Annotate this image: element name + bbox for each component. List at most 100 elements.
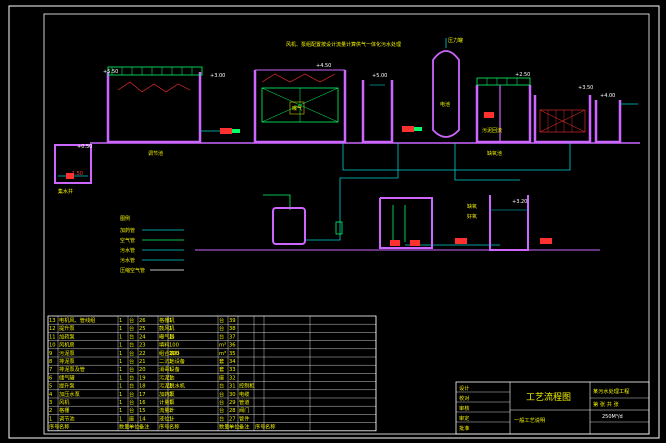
legend-title: 图例 xyxy=(120,215,130,222)
table-cell: 台 xyxy=(219,414,224,422)
table-cell: 21 xyxy=(139,359,146,365)
table-cell: 座 xyxy=(129,414,134,422)
table-cell: 1 xyxy=(169,326,172,332)
biochemical-tank: 污泥回流 缺氧池 xyxy=(475,77,532,157)
table-cell: 套 xyxy=(219,365,225,373)
table-header-cell: 序号 xyxy=(159,423,169,431)
table-cell: 29 xyxy=(229,400,236,406)
table-cell: 1 xyxy=(49,416,52,422)
table-cell: 1 xyxy=(169,334,172,340)
table-cell: 30 xyxy=(229,392,236,398)
table-cell: 5 xyxy=(49,384,52,390)
table-cell: 37 xyxy=(229,334,236,340)
table-cell: 阀门 xyxy=(239,406,249,414)
svg-text:+3.50: +3.50 xyxy=(578,85,593,91)
regulating-pool-label: 调节池 xyxy=(148,150,163,157)
table-cell: 台 xyxy=(129,349,134,357)
table-cell: 台 xyxy=(219,406,224,414)
inner-frame xyxy=(43,13,650,435)
table-cell: 台 xyxy=(129,390,134,398)
svg-text:污水管: 污水管 xyxy=(120,257,135,264)
table-cell: 19 xyxy=(139,375,146,381)
table-cell: 1 xyxy=(119,400,122,406)
table-header-cell: 序号 xyxy=(255,423,265,431)
svg-text:+2.50: +2.50 xyxy=(515,72,530,78)
table-cell: 9 xyxy=(49,351,52,357)
table-cell: 13 xyxy=(49,318,56,324)
anoxic-label: 缺氧池 xyxy=(487,150,502,157)
anoxic-box-label: 缺氧 xyxy=(467,203,477,210)
table-cell: 格栅 xyxy=(59,406,69,414)
svg-text:压缩空气管: 压缩空气管 xyxy=(120,267,145,274)
contact-oxidation-tank: 曝气 xyxy=(253,69,347,144)
return-label: 污泥回流 xyxy=(482,127,502,134)
table-cell: 二沉池设备 xyxy=(159,357,186,365)
svg-text:+5.50: +5.50 xyxy=(103,69,118,75)
table-cell: 曝气器 xyxy=(159,332,175,340)
table-header-cell: 名称 xyxy=(59,423,69,431)
table-cell: 填料 xyxy=(159,341,169,349)
svg-text:审定: 审定 xyxy=(459,414,469,422)
svg-text:污水管: 污水管 xyxy=(120,247,135,254)
table-cell: 1 xyxy=(119,351,122,357)
table-cell: 管道 xyxy=(239,398,249,406)
sedimentation-tank xyxy=(361,80,394,144)
table-cell: 28 xyxy=(229,408,236,414)
secondary-clarifier xyxy=(533,95,592,144)
table-header-cell: 备注 xyxy=(139,423,149,431)
table-header-cell: 备注 xyxy=(239,423,249,431)
table-cell: 台 xyxy=(219,316,224,324)
table-cell: 23 xyxy=(139,343,146,349)
vessel-label: 电池 xyxy=(440,101,450,108)
table-header-cell: 单位 xyxy=(229,423,239,431)
table-cell: 7 xyxy=(49,367,52,373)
table-cell: 36 xyxy=(229,343,236,349)
table-cell: 14 xyxy=(139,416,146,422)
table-header-cell: 序号 xyxy=(49,423,59,431)
table-cell: 1 xyxy=(119,384,122,390)
vessel-top-label: 压力罐 xyxy=(448,37,463,44)
table-cell: 25 xyxy=(139,326,146,332)
table-cell: 1 xyxy=(119,408,122,414)
table-cell: 27 xyxy=(229,416,236,422)
table-cell: 污泥脱水机 xyxy=(159,382,186,390)
svg-text:校对: 校对 xyxy=(459,394,469,402)
table-cell: 套 xyxy=(219,357,225,365)
table-cell: 台 xyxy=(129,365,134,373)
table-cell: 11 xyxy=(49,334,56,340)
elevation-marks: +5.50 +3.00 +4.50 +5.00 +2.50 +3.50 +0.5… xyxy=(70,63,615,205)
process-flow-diagram: 风机、泵组配置按设计流量计算供气一体化污水处理 集水井 调节池 曝气 压力罐 电… xyxy=(8,5,660,439)
table-cell: 39 xyxy=(229,318,236,324)
table-cell: 17 xyxy=(139,392,146,398)
table-cell: 台 xyxy=(129,398,134,406)
table-cell: 台 xyxy=(129,382,134,390)
table-cell: 26 xyxy=(139,318,146,324)
svg-text:+3.20: +3.20 xyxy=(512,199,527,205)
table-cell: 1 xyxy=(119,343,122,349)
vessel-pump xyxy=(402,126,422,132)
table-cell: 台 xyxy=(129,357,134,365)
sludge-tank: 缺氧 好氧 xyxy=(455,195,552,251)
table-cell: 16 xyxy=(139,400,146,406)
collect-well-label: 集水井 xyxy=(58,188,73,195)
table-cell: 18 xyxy=(139,384,146,390)
table-cell: 电缆 xyxy=(239,390,249,398)
table-cell: 格栅机 xyxy=(159,316,175,324)
table-cell: 1 xyxy=(169,416,172,422)
table-cell: 控制柜 xyxy=(239,382,255,390)
table-cell: 提升泵 xyxy=(59,382,75,390)
cad-drawing-canvas: 风机、泵组配置按设计流量计算供气一体化污水处理 集水井 调节池 曝气 压力罐 电… xyxy=(0,0,666,443)
table-cell: 12 xyxy=(49,326,56,332)
table-cell: 台 xyxy=(129,316,134,324)
table-header-cell: 名称 xyxy=(265,423,275,431)
table-cell: 3 xyxy=(49,400,52,406)
table-cell: 座 xyxy=(219,373,224,381)
table-cell: 200 xyxy=(169,351,179,357)
table-cell: 1 xyxy=(119,367,122,373)
table-cell: m³ xyxy=(219,343,226,349)
table-cell: 2 xyxy=(169,392,172,398)
table-cell: 15 xyxy=(139,408,146,414)
table-cell: 1 xyxy=(119,375,122,381)
table-cell: 鼓风机 xyxy=(159,324,175,332)
table-cell: 排泥泵及管 xyxy=(59,365,85,373)
